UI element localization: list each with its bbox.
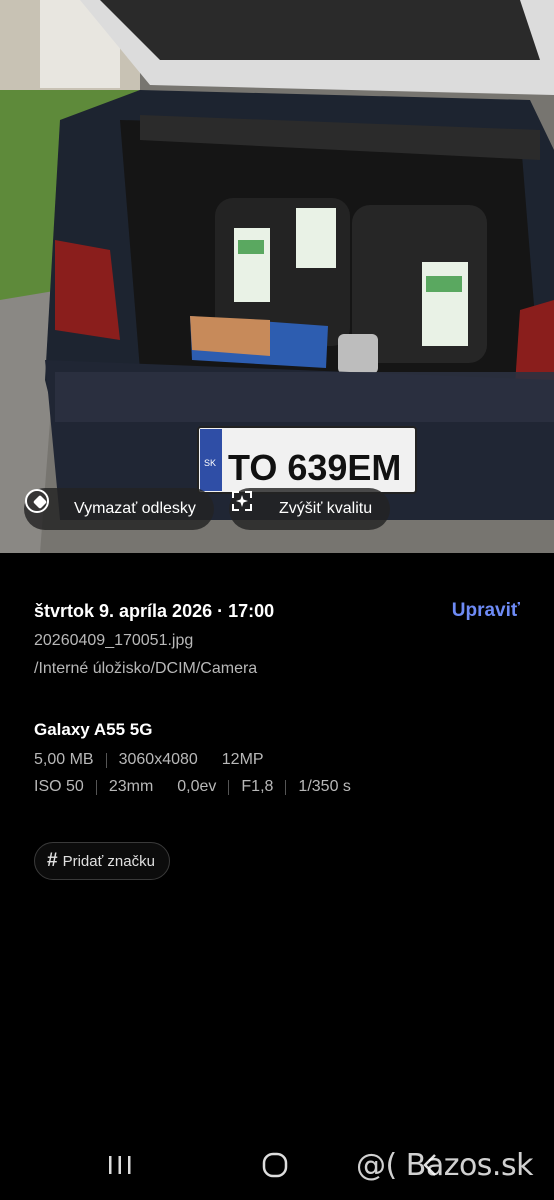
camera-specs: ISO 50 23mm 0,0ev F1,8 1/350 s: [34, 778, 520, 796]
device-model: Galaxy A55 5G: [34, 720, 153, 739]
home-icon: [262, 1152, 288, 1178]
add-tag-button[interactable]: # Pridať značku: [34, 842, 170, 880]
enhance-quality-label: Zvýšiť kvalitu: [279, 500, 373, 517]
home-button[interactable]: [255, 1150, 295, 1180]
enhance-quality-button[interactable]: Zvýšiť kvalitu: [229, 488, 390, 530]
recent-apps-button[interactable]: [100, 1150, 140, 1180]
iso-value: ISO 50: [34, 778, 84, 795]
capture-datetime: štvrtok 9. apríla 2026 · 17:00: [34, 600, 275, 621]
eraser-icon: [25, 489, 66, 523]
add-tag-label: Pridať značku: [62, 852, 155, 870]
file-size: 5,00 MB: [34, 751, 94, 768]
hashtag-icon: #: [47, 850, 58, 871]
photo-preview[interactable]: SK TO 639EM Vymazať odlesky Zvýšiť kvali…: [0, 0, 554, 553]
megapixels: 12MP: [221, 751, 264, 768]
svg-text:SK: SK: [204, 458, 216, 468]
car-trunk-photo: SK TO 639EM: [0, 0, 554, 553]
edit-button[interactable]: Upraviť: [452, 600, 520, 622]
plate-number: TO 639EM: [228, 447, 401, 488]
aperture-value: F1,8: [241, 778, 274, 795]
image-resolution: 3060x4080: [118, 751, 198, 768]
recent-apps-icon: [109, 1156, 131, 1174]
divider: [285, 779, 287, 795]
exposure-value: 0,0ev: [177, 778, 217, 795]
file-path: /Interné úložisko/DCIM/Camera: [34, 660, 258, 677]
sparkle-frame-icon: [232, 491, 271, 523]
file-name: 20260409_170051.jpg: [34, 632, 194, 649]
divider: [228, 779, 230, 795]
divider: [105, 752, 107, 768]
bazos-watermark: @( Bazos.sk: [356, 1148, 533, 1183]
divider: [95, 779, 97, 795]
date-row: štvrtok 9. apríla 2026 · 17:00 Upraviť: [34, 598, 520, 624]
file-specs: 5,00 MB 3060x4080 12MP: [34, 751, 520, 769]
erase-reflections-label: Vymazať odlesky: [74, 500, 196, 517]
shutter-speed: 1/350 s: [298, 778, 351, 795]
focal-length: 23mm: [108, 778, 154, 795]
erase-reflections-button[interactable]: Vymazať odlesky: [24, 488, 214, 530]
